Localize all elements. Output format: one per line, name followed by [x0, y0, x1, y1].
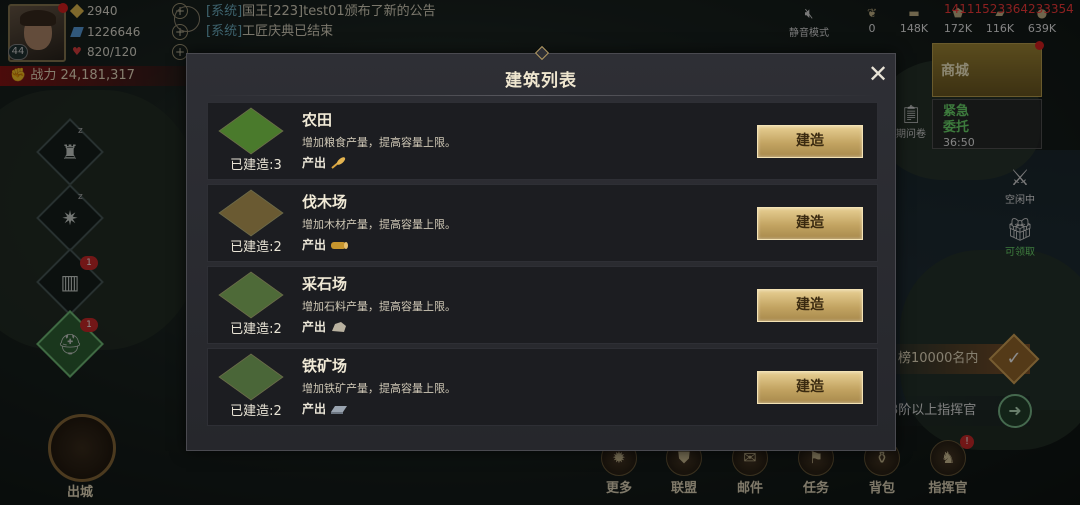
- build-button[interactable]: 建造: [757, 207, 863, 240]
- close-icon: ✕: [867, 60, 889, 88]
- building-description: 增加石料产量，提高容量上限。: [302, 300, 456, 313]
- building-row: 已建造:3 农田 增加粮食产量，提高容量上限。 产出 建造: [207, 102, 878, 180]
- output-label: 产出: [302, 402, 327, 416]
- build-button[interactable]: 建造: [757, 125, 863, 158]
- built-count: 已建造:2: [230, 240, 282, 255]
- building-description: 增加粮食产量，提高容量上限。: [302, 136, 456, 149]
- building-name: 铁矿场: [302, 357, 348, 375]
- build-button[interactable]: 建造: [757, 371, 863, 404]
- title-divider: [207, 95, 875, 96]
- iron-mine-tile: [218, 353, 284, 401]
- wood-icon: [331, 241, 349, 249]
- building-output: 产出: [302, 236, 349, 253]
- farm-thumbnail: [218, 107, 284, 155]
- modal-title: 建筑列表: [505, 71, 577, 91]
- quarry-thumbnail: [218, 271, 284, 319]
- output-label: 产出: [302, 320, 327, 334]
- building-output: 产出: [302, 400, 348, 417]
- building-description: 增加木材产量，提高容量上限。: [302, 218, 456, 231]
- building-row: 已建造:2 伐木场 增加木材产量，提高容量上限。 产出 建造: [207, 184, 878, 262]
- wheat-icon: [331, 156, 346, 169]
- building-output: 产出: [302, 154, 348, 171]
- building-name: 农田: [302, 111, 333, 129]
- building-name: 采石场: [302, 275, 348, 293]
- close-button[interactable]: ✕: [865, 62, 891, 88]
- building-output: 产出: [302, 318, 348, 335]
- output-label: 产出: [302, 156, 327, 170]
- building-description: 增加铁矿产量，提高容量上限。: [302, 382, 456, 395]
- built-count: 已建造:2: [230, 322, 282, 337]
- building-row: 已建造:2 采石场 增加石料产量，提高容量上限。 产出 建造: [207, 266, 878, 344]
- building-row: 已建造:2 铁矿场 增加铁矿产量，提高容量上限。 产出 建造: [207, 348, 878, 426]
- building-list-modal: 建筑列表 ✕ 已建造:3 农田 增加粮食产量，提高容量上限。 产出 建造 已建造…: [186, 45, 896, 451]
- build-button[interactable]: 建造: [757, 289, 863, 322]
- farm-tile: [218, 107, 284, 155]
- iron-mine-thumbnail: [218, 353, 284, 401]
- built-count: 已建造:2: [230, 404, 282, 419]
- quarry-tile: [218, 271, 284, 319]
- built-count: 已建造:3: [230, 158, 282, 173]
- stone-icon: [332, 321, 347, 332]
- output-label: 产出: [302, 238, 327, 252]
- building-name: 伐木场: [302, 193, 348, 211]
- lumberyard-thumbnail: [218, 189, 284, 237]
- lumberyard-tile: [218, 189, 284, 237]
- iron-icon: [331, 405, 348, 414]
